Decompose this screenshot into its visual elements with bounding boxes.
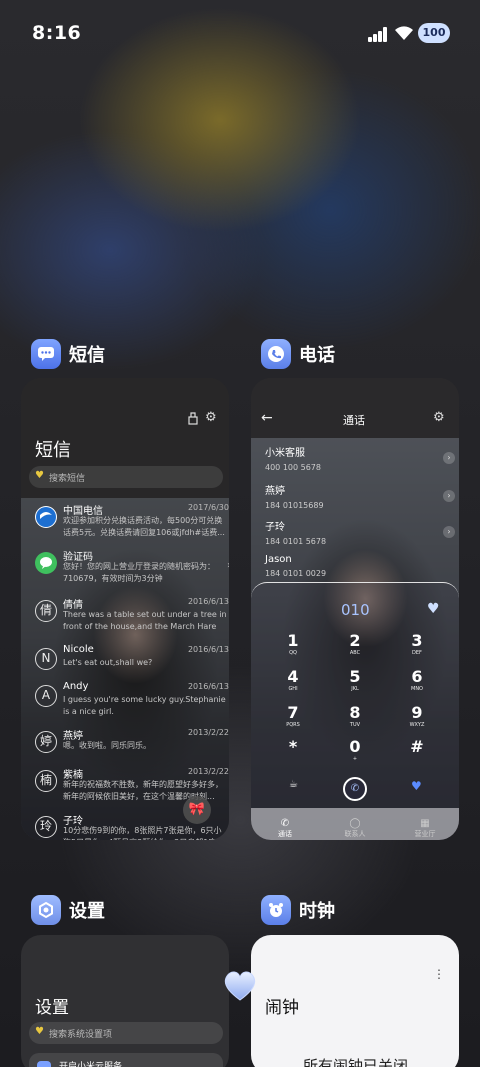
- contact-row[interactable]: 小米客服 400 100 5678 ›: [265, 444, 455, 478]
- chevron-right-icon: ›: [227, 560, 229, 571]
- tab-service-hall[interactable]: ▦ 营业厅: [395, 818, 455, 839]
- clock-app-card[interactable]: ⋮ 闹钟 所有闹钟已关闭: [251, 935, 459, 1067]
- clock-app-name: 时钟: [299, 901, 335, 922]
- signal-icon: [368, 26, 390, 42]
- dial-key-6[interactable]: 6 MNO: [397, 667, 437, 692]
- phone-app-icon: [261, 339, 291, 369]
- dial-key-0[interactable]: 0 +: [335, 737, 375, 762]
- compose-bow-icon[interactable]: 🎀: [183, 796, 211, 824]
- list-item[interactable]: 中国电信 2017/6/30 欢迎参加积分兑换话费活动，每500分可兑换话费5元…: [33, 502, 229, 548]
- heart-icon: ♥: [35, 1026, 44, 1037]
- avatar: 婷: [35, 731, 57, 753]
- status-bar: 8:16 100: [0, 0, 480, 68]
- dial-key-7[interactable]: 7 PQRS: [273, 703, 313, 728]
- settings-app-icon: [31, 895, 61, 925]
- avatar: A: [35, 685, 57, 707]
- dial-input[interactable]: 010: [341, 601, 370, 619]
- settings-app-header[interactable]: 设置: [31, 893, 105, 927]
- sms-app-card[interactable]: ⚙ 短信 ♥ 搜索短信 中国电信 2017/6/30 欢迎参加积分兑换话费活动，…: [21, 378, 229, 840]
- avatar: 倩: [35, 600, 57, 622]
- heart-icon: ♥: [35, 470, 44, 481]
- cloud-service-item[interactable]: 开启小米云服务: [29, 1053, 223, 1067]
- status-time: 8:16: [32, 22, 82, 44]
- cloud-icon: [37, 1061, 51, 1067]
- coffee-icon[interactable]: ☕: [289, 779, 298, 790]
- settings-gear-icon[interactable]: ⚙: [205, 410, 217, 425]
- dial-key-1[interactable]: 1 QQ: [273, 631, 313, 656]
- heart-icon: [224, 971, 256, 1001]
- back-arrow-icon[interactable]: ←: [261, 410, 273, 426]
- tab-calls[interactable]: ✆ 通话: [255, 818, 315, 839]
- phone-title: 通话: [343, 414, 365, 427]
- message-bubble-icon: [35, 552, 57, 574]
- dial-key-3[interactable]: 3 DEF: [397, 631, 437, 656]
- dial-key-hash[interactable]: #: [397, 737, 437, 756]
- list-item[interactable]: 倩 倩倩 2016/6/13 There was a table set out…: [33, 596, 229, 642]
- phone-icon: ✆: [280, 818, 290, 829]
- dialpad-panel: 010 ♥ 1 QQ 2 ABC 3 DEF 4 GHI 5 JKL 6 MNO 7 PQRS…: [251, 582, 459, 840]
- grid-icon: ▦: [420, 818, 430, 829]
- list-item[interactable]: A Andy 2016/6/13 I guess you're some luc…: [33, 681, 229, 727]
- alarm-status: 所有闹钟已关闭: [303, 1057, 409, 1067]
- sms-title: 短信: [35, 440, 71, 461]
- cleanup-icon[interactable]: [187, 412, 199, 425]
- call-button[interactable]: ✆: [343, 777, 367, 801]
- dial-key-star[interactable]: *: [273, 737, 313, 756]
- chevron-right-icon[interactable]: ›: [443, 526, 455, 538]
- clock-title: 闹钟: [265, 998, 299, 1018]
- settings-app-card[interactable]: 设置 ♥ 搜索系统设置项 开启小米云服务: [21, 935, 229, 1067]
- dial-key-9[interactable]: 9 WXYZ: [397, 703, 437, 728]
- settings-app-name: 设置: [69, 901, 105, 922]
- dial-key-2[interactable]: 2 ABC: [335, 631, 375, 656]
- phone-app-card[interactable]: ← 通话 ⚙ 小米客服 400 100 5678 › 燕婷 184 010156…: [251, 378, 459, 840]
- avatar: N: [35, 648, 57, 670]
- dial-key-4[interactable]: 4 GHI: [273, 667, 313, 692]
- dial-key-8[interactable]: 8 TUV: [335, 703, 375, 728]
- more-options-icon[interactable]: ⋮: [433, 967, 445, 981]
- chevron-right-icon[interactable]: ›: [443, 452, 455, 464]
- telecom-logo-icon: [35, 506, 57, 528]
- person-icon: ◯: [349, 818, 361, 829]
- list-item[interactable]: 验证码 您好！您的网上营业厅登录的随机密码为：710679，有效时间为3分钟 ›: [33, 548, 229, 594]
- tab-contacts[interactable]: ◯ 联系人: [325, 818, 385, 839]
- heart-icon[interactable]: ♥: [427, 601, 440, 617]
- settings-search-input[interactable]: ♥ 搜索系统设置项: [29, 1022, 223, 1044]
- settings-title: 设置: [35, 998, 69, 1018]
- contact-row[interactable]: 燕婷 184 01015689 ›: [265, 482, 455, 516]
- clock-app-icon: [261, 895, 291, 925]
- sms-app-name: 短信: [69, 345, 105, 366]
- chevron-right-icon[interactable]: ›: [443, 490, 455, 502]
- clock-app-header[interactable]: 时钟: [261, 893, 335, 927]
- sms-app-icon: [31, 339, 61, 369]
- settings-gear-icon[interactable]: ⚙: [433, 410, 445, 425]
- avatar: 玲: [35, 816, 57, 838]
- phone-tab-bar: ✆ 通话 ◯ 联系人 ▦ 营业厅: [251, 808, 459, 840]
- contact-row[interactable]: 子玲 184 0101 5678 ›: [265, 518, 455, 552]
- phone-app-header[interactable]: 电话: [261, 337, 335, 371]
- battery-indicator: 100: [418, 23, 450, 43]
- phone-app-name: 电话: [299, 345, 335, 366]
- sms-search-input[interactable]: ♥ 搜索短信: [29, 466, 223, 488]
- wifi-icon: [395, 26, 413, 40]
- avatar: 楠: [35, 770, 57, 792]
- sms-app-header[interactable]: 短信: [31, 337, 105, 371]
- dial-key-5[interactable]: 5 JKL: [335, 667, 375, 692]
- heart-icon[interactable]: ♥: [411, 779, 422, 793]
